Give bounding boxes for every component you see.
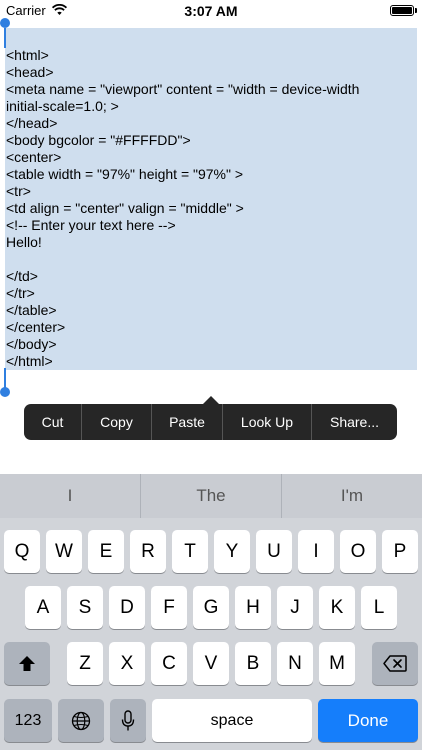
status-bar: Carrier 3:07 AM [0, 0, 422, 22]
key-v[interactable]: V [193, 642, 229, 685]
done-key[interactable]: Done [318, 699, 418, 742]
key-l[interactable]: L [361, 586, 397, 629]
shift-key[interactable] [4, 642, 50, 685]
battery-tip [415, 8, 417, 13]
numbers-key[interactable]: 123 [4, 699, 52, 742]
share-button[interactable]: Share... [312, 404, 397, 440]
copy-button[interactable]: Copy [82, 404, 152, 440]
look-up-button[interactable]: Look Up [223, 404, 312, 440]
key-g[interactable]: G [193, 586, 229, 629]
key-b[interactable]: B [235, 642, 271, 685]
suggestion-item[interactable]: The [141, 474, 282, 518]
globe-icon [71, 711, 91, 730]
selection-start-dot[interactable] [0, 18, 10, 28]
key-r[interactable]: R [130, 530, 166, 573]
shift-icon [19, 656, 35, 671]
edit-menu: Cut Copy Paste Look Up Share... [24, 404, 397, 440]
key-s[interactable]: S [67, 586, 103, 629]
edit-menu-arrow [203, 396, 219, 404]
suggestion-item[interactable]: I [0, 474, 141, 518]
key-y[interactable]: Y [214, 530, 250, 573]
space-key[interactable]: space [152, 699, 312, 742]
key-t[interactable]: T [172, 530, 208, 573]
selection-start-handle[interactable] [4, 28, 6, 48]
key-d[interactable]: D [109, 586, 145, 629]
suggestion-item[interactable]: I'm [282, 474, 422, 518]
dictation-key[interactable] [110, 699, 146, 742]
keyboard: I The I'm Q W E R T Y U I O P A S D F G … [0, 474, 422, 750]
key-x[interactable]: X [109, 642, 145, 685]
globe-key[interactable] [58, 699, 104, 742]
key-i[interactable]: I [298, 530, 334, 573]
key-f[interactable]: F [151, 586, 187, 629]
backspace-key[interactable] [372, 642, 418, 685]
key-j[interactable]: J [277, 586, 313, 629]
key-c[interactable]: C [151, 642, 187, 685]
key-a[interactable]: A [25, 586, 61, 629]
editor-text[interactable]: <html> <head> <meta name = "viewport" co… [6, 47, 359, 370]
paste-button[interactable]: Paste [152, 404, 223, 440]
selection-end-handle[interactable] [4, 368, 6, 388]
key-h[interactable]: H [235, 586, 271, 629]
key-u[interactable]: U [256, 530, 292, 573]
key-o[interactable]: O [340, 530, 376, 573]
key-e[interactable]: E [88, 530, 124, 573]
status-time: 3:07 AM [184, 3, 238, 19]
microphone-icon [121, 709, 135, 730]
key-k[interactable]: K [319, 586, 355, 629]
backspace-icon [383, 655, 407, 672]
key-q[interactable]: Q [4, 530, 40, 573]
key-z[interactable]: Z [67, 642, 103, 685]
key-n[interactable]: N [277, 642, 313, 685]
key-m[interactable]: M [319, 642, 355, 685]
suggestion-bar: I The I'm [0, 474, 422, 518]
key-p[interactable]: P [382, 530, 418, 573]
battery-icon [390, 5, 414, 16]
selection-end-dot[interactable] [0, 387, 10, 397]
cut-button[interactable]: Cut [24, 404, 82, 440]
key-w[interactable]: W [46, 530, 82, 573]
